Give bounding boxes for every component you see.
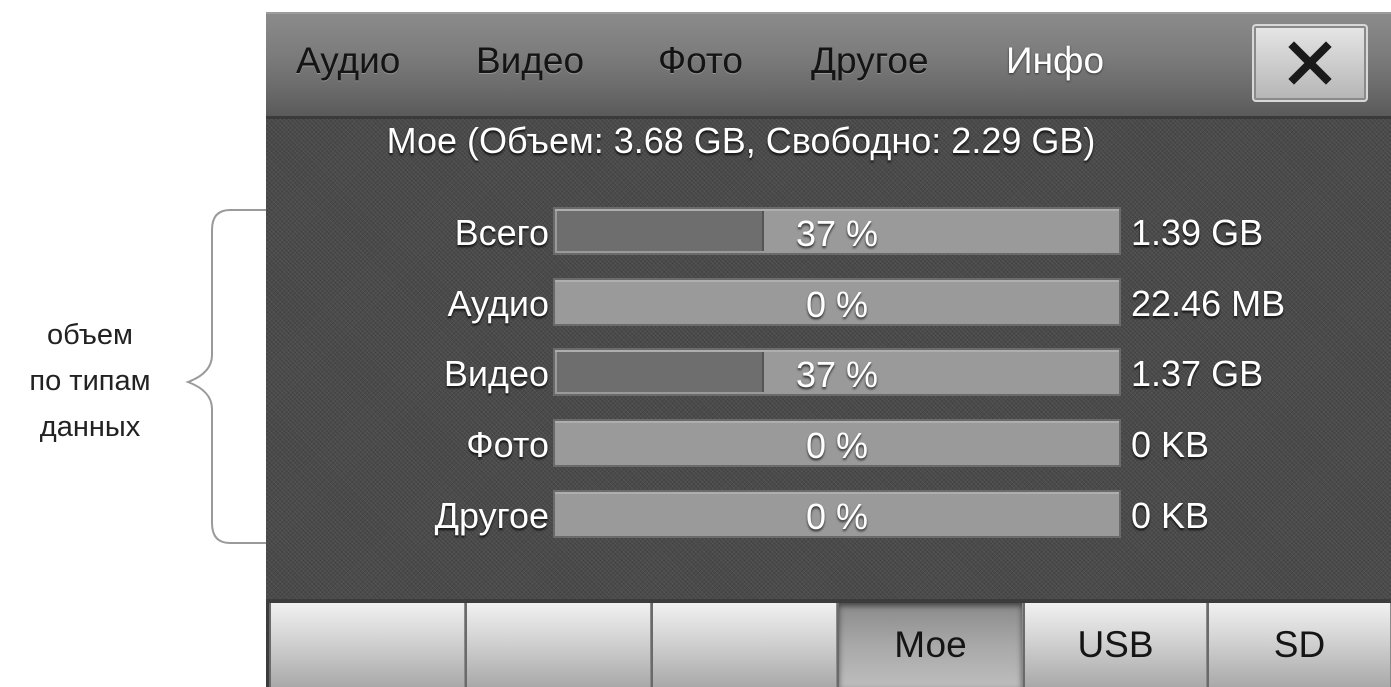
usage-percent: 0 % — [805, 496, 869, 537]
annotation-line: объем — [47, 319, 133, 351]
tab-photo[interactable]: Фото — [658, 40, 743, 82]
info-panel: Аудио Видео Фото Другое Инфо Мое (Объем:… — [266, 12, 1391, 687]
storage-tab-empty-3[interactable] — [651, 603, 837, 687]
row-label-total: Всего — [454, 212, 549, 253]
usage-percent: 0 % — [805, 425, 869, 466]
row-label-audio: Аудио — [447, 283, 549, 324]
top-tab-bar: Аудио Видео Фото Другое Инфо — [266, 12, 1391, 119]
close-icon — [1288, 41, 1332, 85]
annotation-line: по типам — [29, 365, 151, 397]
row-label-photo: Фото — [466, 424, 549, 465]
usage-bar-total: 37 % — [553, 207, 1121, 255]
tab-other[interactable]: Другое — [811, 40, 929, 82]
annotation-label: объем по типам данных — [0, 312, 180, 450]
storage-selector-bar: Мое USB SD — [266, 599, 1391, 687]
storage-tab-empty-2[interactable] — [465, 603, 651, 687]
usage-percent: 37 % — [795, 213, 879, 254]
tab-video[interactable]: Видео — [476, 40, 584, 82]
tab-audio[interactable]: Аудио — [296, 40, 400, 82]
row-size-video: 1.37 GB — [1131, 353, 1264, 394]
storage-tab-internal[interactable]: Мое — [837, 603, 1023, 687]
row-size-photo: 0 KB — [1131, 424, 1210, 465]
storage-summary-title: Мое (Объем: 3.68 GB, Свободно: 2.29 GB) — [386, 120, 1096, 161]
usage-bar-audio: 0 % — [553, 278, 1121, 326]
usage-bar-other: 0 % — [553, 490, 1121, 538]
row-size-other: 0 KB — [1131, 495, 1210, 536]
close-button[interactable] — [1252, 24, 1368, 102]
usage-percent: 37 % — [795, 354, 879, 395]
tab-info[interactable]: Инфо — [1006, 40, 1104, 82]
storage-tab-usb[interactable]: USB — [1023, 603, 1207, 687]
usage-percent: 0 % — [805, 284, 869, 325]
row-size-audio: 22.46 MB — [1131, 283, 1286, 324]
storage-tab-sd[interactable]: SD — [1207, 603, 1391, 687]
annotation-line: данных — [39, 411, 141, 443]
row-label-video: Видео — [443, 353, 549, 394]
row-size-total: 1.39 GB — [1131, 212, 1264, 253]
row-label-other: Другое — [434, 495, 549, 536]
storage-tab-empty-1[interactable] — [269, 603, 465, 687]
usage-bar-video: 37 % — [553, 348, 1121, 396]
usage-bar-photo: 0 % — [553, 419, 1121, 467]
